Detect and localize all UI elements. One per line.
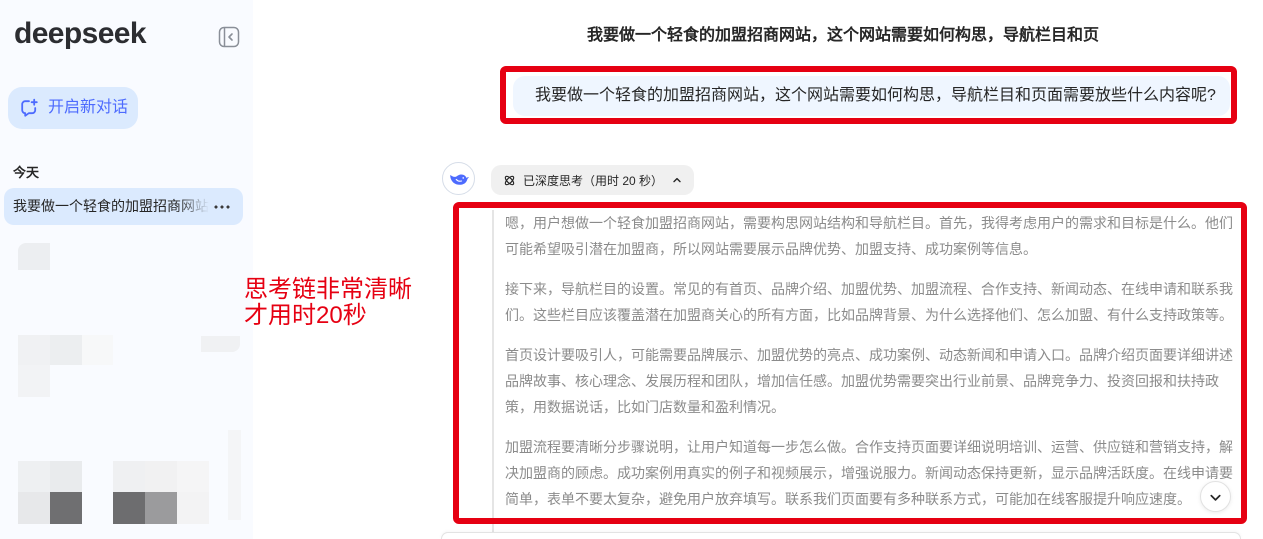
deepseek-whale-icon: [450, 174, 470, 185]
new-chat-label: 开启新对话: [48, 99, 129, 116]
redacted-block: [18, 243, 50, 270]
redacted-block: [50, 461, 82, 492]
thinking-paragraph: 接下来，导航栏目的设置。常见的有首页、品牌介绍、加盟优势、加盟流程、合作支持、新…: [505, 281, 1233, 323]
annotation-line: 思考链非常清晰: [244, 276, 412, 303]
redacted-block: [177, 461, 209, 492]
annotation-line: 才用时20秒: [244, 302, 367, 329]
thinking-paragraph: 首页设计要吸引人，可能需要品牌展示、加盟优势的亮点、成功案例、动态新闻和申请入口…: [505, 347, 1233, 415]
deep-think-icon: [503, 174, 516, 187]
thinking-paragraph: 嗯，用户想做一个轻食加盟招商网站，需要构思网站结构和导航栏目。首先，我得考虑用户…: [505, 215, 1233, 257]
user-message: 我要做一个轻食的加盟招商网站，这个网站需要如何构思，导航栏目和页面需要放些什么内…: [513, 76, 1230, 116]
redacted-block: [18, 492, 50, 524]
more-horizontal-icon[interactable]: [213, 204, 231, 210]
collapse-sidebar-icon: [218, 26, 240, 48]
chat-main: 我要做一个轻食的加盟招商网站，这个网站需要如何构思，导航栏目和页 我要做一个轻食…: [253, 0, 1263, 539]
deep-think-label: 已深度思考（用时 20 秒）: [523, 173, 664, 188]
thinking-content: 嗯，用户想做一个轻食加盟招商网站，需要构思网站结构和导航栏目。首先，我得考虑用户…: [505, 210, 1234, 526]
redacted-block: [113, 461, 145, 492]
redacted-block: [113, 492, 145, 524]
redacted-block: [18, 365, 50, 397]
collapse-sidebar-button[interactable]: [218, 26, 240, 48]
deepseek-logo[interactable]: deepseek: [14, 19, 147, 49]
chevron-down-icon: [1210, 494, 1221, 501]
assistant-avatar: [442, 162, 475, 195]
new-chat-button[interactable]: 开启新对话: [8, 87, 138, 129]
annotation-note: 思考链非常清晰 才用时20秒: [244, 277, 412, 329]
sidebar: deepseek 开启新对话 今天 我要做一个轻食的加盟招商网站: [0, 0, 253, 539]
redacted-block: [177, 492, 209, 524]
new-chat-icon: [19, 98, 39, 118]
redacted-block: [145, 492, 177, 524]
conversation-title: 我要做一个轻食的加盟招商网站: [13, 198, 209, 214]
conversation-item[interactable]: 我要做一个轻食的加盟招商网站: [4, 188, 243, 225]
redacted-block: [18, 461, 50, 492]
redacted-block: [50, 335, 82, 365]
redacted-block: [201, 336, 240, 352]
redacted-block: [82, 335, 113, 365]
deep-think-toggle[interactable]: 已深度思考（用时 20 秒）: [491, 165, 694, 195]
redacted-block: [145, 461, 177, 492]
thinking-paragraph: 加盟流程要清晰分步骤说明，让用户知道每一步怎么做。合作支持页面要详细说明培训、运…: [505, 439, 1233, 507]
chevron-up-icon: [671, 174, 683, 186]
history-group-label: 今天: [13, 165, 40, 180]
redacted-block: [50, 492, 82, 524]
thinking-divider: [492, 210, 494, 539]
redacted-block: [228, 430, 241, 520]
scroll-to-bottom-button[interactable]: [1200, 481, 1231, 512]
redacted-block: [18, 335, 50, 365]
message-input-box[interactable]: [441, 532, 1241, 539]
page-title: 我要做一个轻食的加盟招商网站，这个网站需要如何构思，导航栏目和页: [587, 27, 1100, 44]
